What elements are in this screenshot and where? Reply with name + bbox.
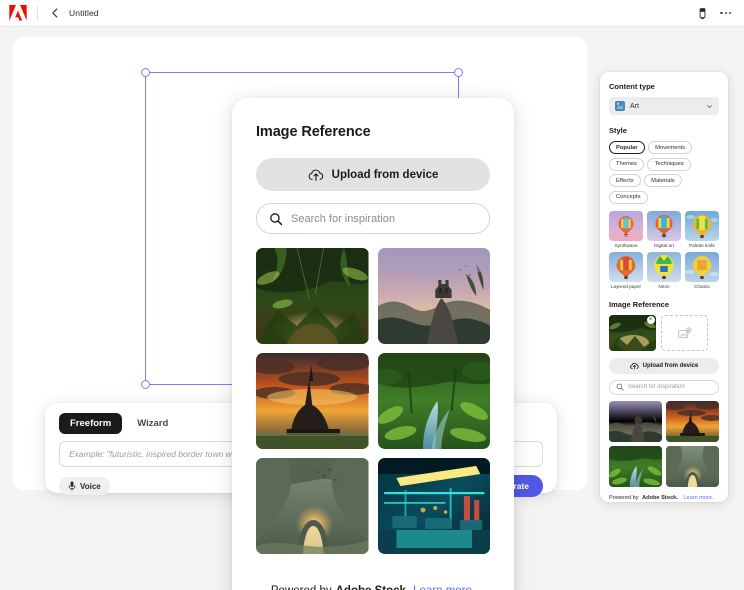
top-bar-actions bbox=[696, 7, 735, 20]
style-preset-neon[interactable]: Neon bbox=[647, 251, 681, 289]
top-bar: Untitled bbox=[0, 0, 744, 27]
upload-from-device-label: Upload from device bbox=[331, 168, 439, 181]
style-chip-popular[interactable]: Popular bbox=[609, 141, 645, 154]
style-chip-movements[interactable]: Movements bbox=[648, 141, 693, 154]
adobe-logo bbox=[9, 5, 27, 21]
sidebar-stock-brand: Adobe Stock. bbox=[642, 494, 678, 501]
image-reference-modal: Image Reference Upload from device Searc… bbox=[232, 98, 514, 590]
style-preview-palette-knife bbox=[685, 210, 719, 241]
toolbar-divider bbox=[37, 6, 38, 20]
chevron-down-icon bbox=[707, 104, 712, 108]
sidebar-result-grid bbox=[609, 400, 719, 487]
cloud-upload-icon bbox=[308, 169, 323, 181]
style-preset-label: Neon bbox=[658, 283, 670, 289]
reference-empty-slot[interactable] bbox=[661, 314, 708, 351]
style-preset-layered-paper[interactable]: Layered paper bbox=[609, 251, 643, 289]
modal-stock-footer: Powered by Adobe Stock. Learn more. bbox=[232, 565, 514, 590]
upload-from-device-button[interactable]: Upload from device bbox=[256, 158, 490, 191]
app-root: Untitled Freeform Wizard Example: "futur… bbox=[0, 0, 744, 590]
content-type-select[interactable]: Art bbox=[609, 97, 719, 115]
art-swatch-icon bbox=[615, 101, 625, 111]
content-type-label: Content type bbox=[609, 82, 655, 91]
thumbnail-neon-lounge-interior[interactable] bbox=[377, 458, 490, 554]
search-icon bbox=[616, 383, 624, 391]
thumbnail-mont-saint-michel-sunset[interactable] bbox=[256, 353, 369, 449]
document-title[interactable]: Untitled bbox=[69, 8, 99, 18]
style-preset-label: Chaotic bbox=[694, 283, 710, 289]
sidebar-stock-prefix: Powered by bbox=[609, 494, 639, 501]
style-preset-label: Synthwave bbox=[614, 242, 638, 248]
voice-button-label: Voice bbox=[80, 481, 101, 491]
sidebar-inspiration-search-input[interactable] bbox=[628, 384, 712, 390]
style-label: Style bbox=[609, 126, 627, 135]
style-chip-techniques[interactable]: Techniques bbox=[647, 157, 691, 171]
cloud-upload-icon bbox=[629, 362, 639, 369]
add-image-icon bbox=[677, 326, 692, 338]
style-preview-synthwave bbox=[609, 210, 643, 241]
modal-title: Image Reference bbox=[256, 124, 371, 140]
search-icon bbox=[270, 212, 283, 225]
sidebar-image-reference-label: Image Reference bbox=[609, 299, 670, 309]
chevron-left-icon[interactable] bbox=[48, 6, 62, 20]
style-chip-materials[interactable]: Materials bbox=[644, 174, 682, 187]
properties-sidebar: Content type Art Style Popular Movements bbox=[600, 72, 728, 502]
sidebar-upload-label: Upload from device bbox=[642, 362, 699, 369]
reference-selected-thumbnail[interactable]: × bbox=[609, 314, 656, 351]
thumbnail-jungle-stream-golden-light[interactable] bbox=[256, 248, 369, 344]
thumbnail-clifftop-castle-dusk[interactable] bbox=[377, 248, 490, 344]
tab-freeform[interactable]: Freeform bbox=[59, 413, 123, 434]
reference-thumbnail-grid bbox=[256, 248, 490, 554]
style-chip-themes[interactable]: Themes bbox=[609, 157, 644, 171]
style-preset-grid: Synthwave Digital art Palette knife Laye… bbox=[609, 210, 719, 289]
thumbnail-rainforest-creek[interactable] bbox=[377, 353, 490, 449]
voice-button[interactable]: Voice bbox=[59, 477, 110, 495]
sidebar-inspiration-search-wrapper[interactable] bbox=[609, 379, 719, 395]
stock-footer-brand: Adobe Stock. bbox=[336, 585, 409, 590]
style-chip-effects[interactable]: Effects bbox=[609, 174, 641, 187]
stock-footer-learn-more-link[interactable]: Learn more. bbox=[413, 585, 475, 590]
style-preset-label: Layered paper bbox=[610, 283, 642, 289]
style-preset-digital-art[interactable]: Digital art bbox=[647, 210, 681, 248]
style-preset-label: Palette knife bbox=[689, 242, 715, 248]
close-icon[interactable]: × bbox=[646, 316, 655, 324]
style-preview-digital-art bbox=[647, 210, 681, 241]
sidebar-thumbnail-ancient-tree-archway[interactable] bbox=[666, 445, 719, 487]
sidebar-thumbnail-rainforest-creek[interactable] bbox=[609, 445, 662, 487]
style-preset-synthwave[interactable]: Synthwave bbox=[609, 210, 643, 248]
microphone-icon bbox=[68, 481, 76, 491]
device-preview-icon[interactable] bbox=[696, 7, 709, 20]
canvas-area[interactable]: Freeform Wizard Voice Generate bbox=[0, 27, 744, 590]
style-preview-layered-paper bbox=[609, 251, 643, 282]
style-chip-concepts[interactable]: Concepts bbox=[609, 190, 648, 204]
sidebar-upload-from-device-button[interactable]: Upload from device bbox=[609, 357, 719, 374]
style-preset-chaotic[interactable]: Chaotic bbox=[685, 251, 719, 289]
sidebar-stock-footer: Powered by Adobe Stock. Learn more. bbox=[609, 495, 719, 503]
inspiration-search-wrapper[interactable] bbox=[256, 203, 490, 234]
sidebar-thumbnail-mont-saint-michel-sunset[interactable] bbox=[666, 400, 719, 442]
style-category-chips: Popular Movements Themes Techniques Effe… bbox=[609, 141, 719, 204]
sidebar-stock-learn-more-link[interactable]: Learn more. bbox=[683, 495, 713, 501]
content-type-value: Art bbox=[630, 102, 639, 110]
thumbnail-ancient-tree-archway[interactable] bbox=[256, 458, 369, 554]
more-options-icon[interactable] bbox=[720, 11, 731, 15]
stock-footer-prefix: Powered by bbox=[271, 585, 332, 590]
sidebar-thumbnail-clifftop-castle-dusk[interactable] bbox=[609, 400, 662, 442]
inspiration-search-input[interactable] bbox=[291, 212, 477, 225]
style-preset-palette-knife[interactable]: Palette knife bbox=[685, 210, 719, 248]
style-preset-label: Digital art bbox=[654, 242, 674, 248]
style-preview-chaotic bbox=[685, 251, 719, 282]
style-preview-neon bbox=[647, 251, 681, 282]
image-reference-slots: × bbox=[609, 314, 719, 351]
tab-wizard[interactable]: Wizard bbox=[126, 413, 179, 434]
